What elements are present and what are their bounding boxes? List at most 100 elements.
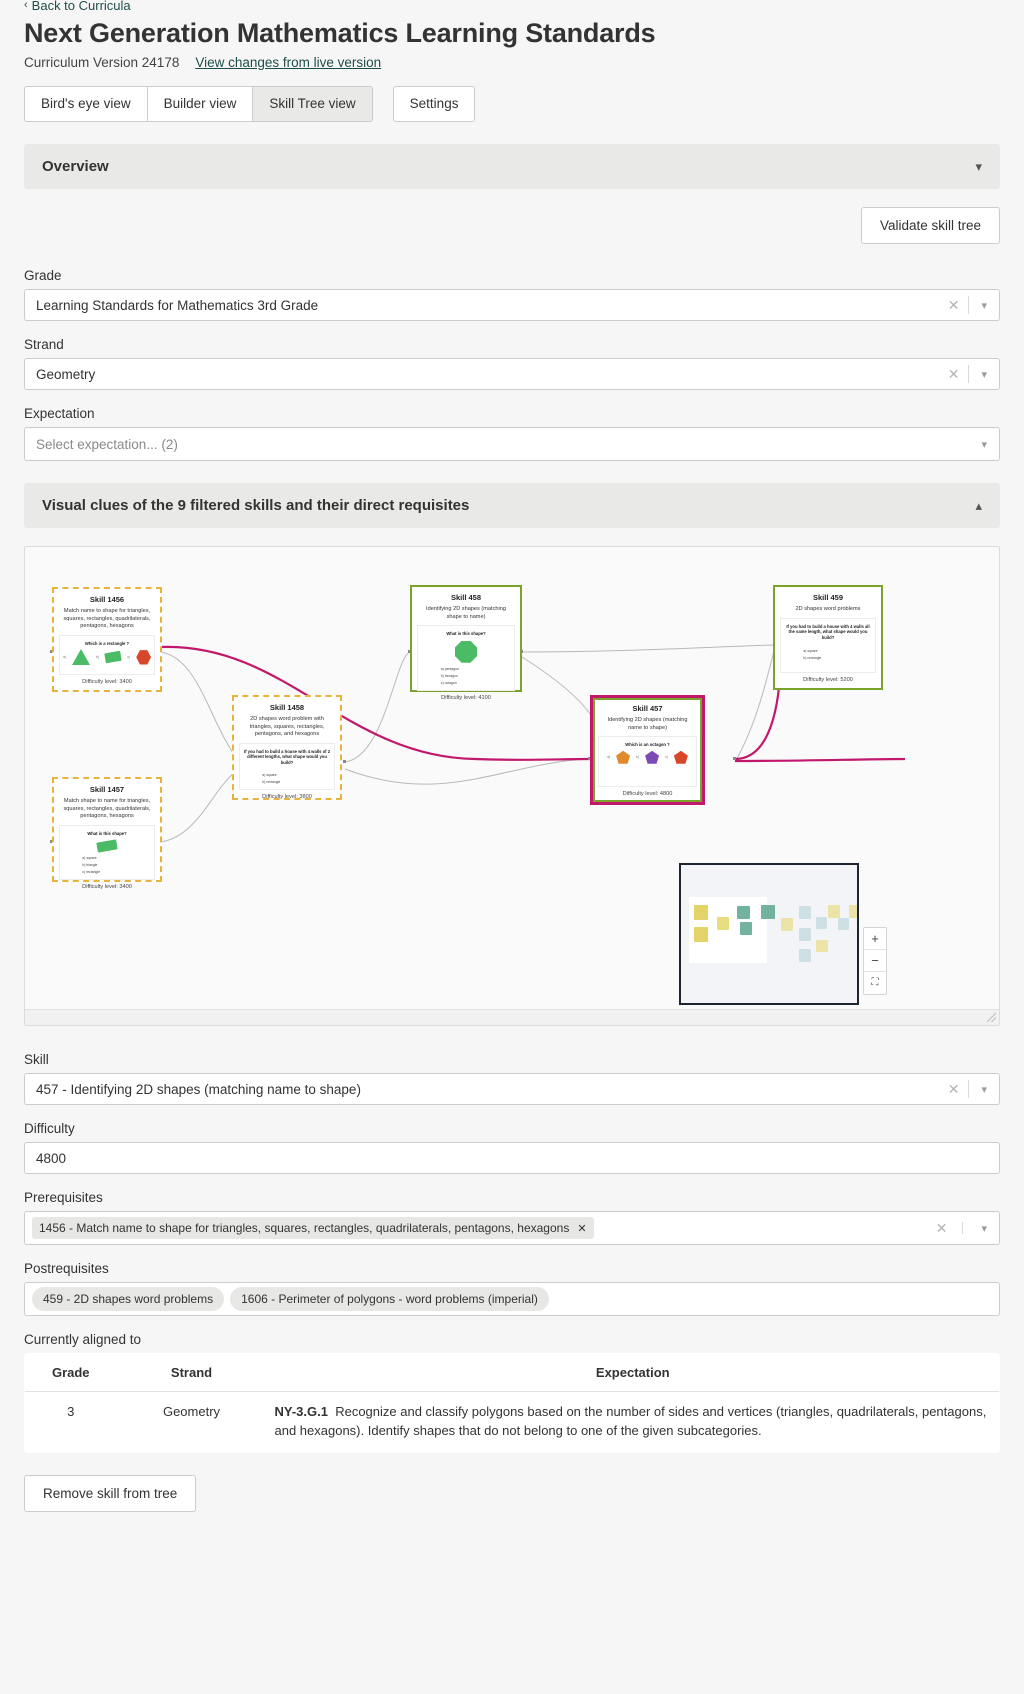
clear-icon[interactable]: ✕ [939,297,969,314]
graph-bottom-bar [25,1009,999,1026]
chevron-up-icon[interactable]: ▴ [975,499,982,512]
column-header-strand: Strand [116,1354,267,1393]
expectation-field: Expectation Select expectation... (2) ▾ [24,406,1000,462]
postrequisites-label: Postrequisites [24,1261,109,1277]
strand-field: Strand Geometry ✕ ▾ [24,337,1000,391]
graph-node-457[interactable]: Skill 457 Identifying 2D shapes (matchin… [590,695,705,806]
option-letter: a) [63,655,67,660]
minimap-node [761,905,775,920]
minimap-node [816,917,827,930]
chevron-down-icon[interactable]: ▾ [969,1083,999,1096]
node-question: If you had to build a house with 4 walls… [786,623,870,640]
option-letter: b) [96,655,100,660]
tab-builder-view[interactable]: Builder view [146,86,253,123]
remove-chip-icon[interactable]: ✕ [577,1222,586,1235]
skill-label: Skill [24,1052,49,1068]
node-description: 2D shapes word problem with triangles, s… [249,716,325,738]
octagon-shape-icon [455,640,477,663]
grade-select[interactable]: Learning Standards for Mathematics 3rd G… [24,289,1000,322]
graph-node-459[interactable]: Skill 459 2D shapes word problems If you… [773,585,883,691]
overview-accordion-header[interactable]: Overview ▾ [24,144,1000,190]
back-link-label: Back to Curricula [31,0,131,10]
minimap-node [849,905,857,919]
aligned-table: Grade Strand Expectation 3 Geometry NY-3… [24,1353,1000,1453]
chevron-down-icon[interactable]: ▾ [969,299,999,312]
node-preview-card: Which is an octagon ? a) b) c) [598,736,697,788]
difficulty-field: Difficulty 4800 [24,1121,1000,1175]
prerequisite-chip[interactable]: 1456 - Match name to shape for triangles… [32,1217,594,1240]
node-option: a) square [262,773,277,778]
expectation-code: NY-3.G.1 [274,1404,328,1420]
prerequisites-field: Prerequisites 1456 - Match name to shape… [24,1190,1000,1246]
node-description: Identifying 2D shapes (matching shape to… [426,606,506,620]
expectation-select-placeholder: Select expectation... (2) [36,436,178,452]
prerequisites-chips[interactable]: 1456 - Match name to shape for triangles… [24,1211,1000,1246]
node-title: Skill 1457 [89,785,125,795]
table-row: 3 Geometry NY-3.G.1 Recognize and classi… [25,1392,1000,1452]
clear-icon[interactable]: ✕ [939,366,969,383]
chevron-down-icon[interactable]: ▾ [975,160,982,173]
expectation-select[interactable]: Select expectation... (2) ▾ [24,427,1000,462]
minimap-node [717,917,729,931]
back-to-curricula-link[interactable]: ‹ Back to Curricula [24,0,1000,10]
difficulty-input[interactable]: 4800 [24,1142,1000,1175]
strand-select[interactable]: Geometry ✕ ▾ [24,358,1000,391]
graph-node-458[interactable]: Skill 458 Identifying 2D shapes (matchin… [410,585,522,701]
node-option: c) rectangle [82,870,101,875]
column-header-expectation: Expectation [266,1354,999,1393]
graph-zoom-controls[interactable]: + − ⛶ [863,927,887,996]
graph-node-1456[interactable]: Skill 1456 Match name to shape for trian… [52,587,162,693]
clear-icon[interactable]: ✕ [939,1081,969,1098]
node-description: Match name to shape for triangles, squar… [63,608,151,630]
node-option: b) triangle [82,863,98,868]
graph-resize-handle[interactable] [985,1011,997,1023]
node-difficulty: Difficulty level: 3800 [262,794,312,801]
node-description: 2D shapes word problems [795,606,861,613]
zoom-out-button[interactable]: − [864,950,886,973]
aligned-label: Currently aligned to [24,1332,142,1348]
clear-icon[interactable]: ✕ [927,1220,957,1237]
node-preview-card: If you had to build a house with 4 walls… [239,742,335,791]
fit-view-icon[interactable]: ⛶ [864,972,886,994]
node-option: c) octagon [440,680,457,685]
node-title: Skill 457 [632,704,663,714]
remove-skill-from-tree-button[interactable]: Remove skill from tree [24,1474,197,1512]
cell-expectation: NY-3.G.1 Recognize and classify polygons… [267,1392,1000,1452]
divider [962,1222,964,1235]
node-option: b) rectangle [803,656,822,661]
pentagon-shape-icon [673,750,688,764]
strand-label: Strand [24,337,64,353]
option-letter: a) [607,755,611,760]
tab-birds-eye-view[interactable]: Bird's eye view [24,86,147,123]
node-title: Skill 1458 [269,703,305,713]
node-preview-card: What is this shape? a) pentagon b) hexag… [417,625,515,691]
triangle-shape-icon [72,649,91,666]
page-root: ‹ Back to Curricula Next Generation Math… [0,0,1024,1542]
visual-clues-accordion-header[interactable]: Visual clues of the 9 filtered skills an… [24,483,1000,529]
node-shape-options: a) b) c) [602,750,693,764]
minimap-node [816,940,828,953]
minimap-node [799,928,811,942]
view-changes-link[interactable]: View changes from live version [195,55,381,70]
tab-settings[interactable]: Settings [392,86,476,123]
graph-node-1458[interactable]: Skill 1458 2D shapes word problem with t… [232,695,342,801]
grade-field: Grade Learning Standards for Mathematics… [24,268,1000,322]
graph-canvas[interactable]: Skill 1456 Match name to shape for trian… [25,547,999,1025]
zoom-in-button[interactable]: + [864,928,886,951]
graph-node-1457[interactable]: Skill 1457 Match shape to name for trian… [52,777,162,890]
skill-select[interactable]: 457 - Identifying 2D shapes (matching na… [24,1073,1000,1106]
chevron-left-icon: ‹ [24,0,28,10]
skill-tree-graph[interactable]: Skill 1456 Match name to shape for trian… [24,546,1000,1027]
validate-skill-tree-button[interactable]: Validate skill tree [860,207,1000,245]
graph-minimap[interactable] [679,863,859,1006]
node-option: a) square [82,856,97,861]
option-letter: c) [127,655,131,660]
chevron-down-icon[interactable]: ▾ [969,438,999,451]
minimap-node [740,922,752,936]
minimap-node [694,905,708,921]
node-question: Which is a rectangle ? [84,640,130,646]
chevron-down-icon[interactable]: ▾ [969,368,999,381]
chevron-down-icon[interactable]: ▾ [969,1222,999,1235]
node-description: Identifying 2D shapes (matching name to … [607,717,688,731]
tab-skill-tree-view[interactable]: Skill Tree view [252,86,373,123]
